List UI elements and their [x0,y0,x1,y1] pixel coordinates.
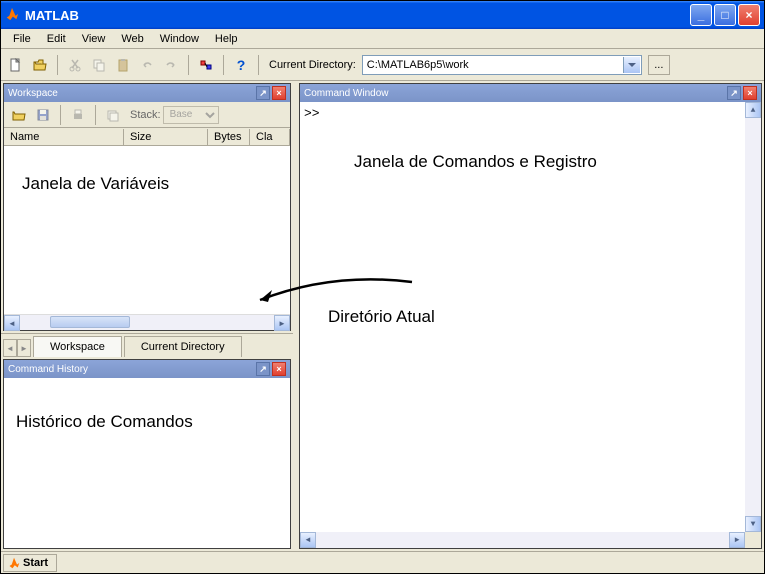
workspace-tabs: ◄ ► Workspace Current Directory [1,333,293,357]
start-button[interactable]: Start [3,554,57,572]
command-window-close-button[interactable]: × [743,86,757,100]
help-button[interactable]: ? [230,54,252,76]
ws-save-button[interactable] [32,104,54,126]
ws-print-button[interactable] [67,104,89,126]
col-bytes[interactable]: Bytes [208,129,250,145]
menu-file[interactable]: File [5,31,39,47]
menubar: File Edit View Web Window Help [1,29,764,49]
command-history-close-button[interactable]: × [272,362,286,376]
command-history-body[interactable]: Histórico de Comandos [4,378,290,548]
minimize-button[interactable]: _ [690,4,712,26]
workspace-annotation: Janela de Variáveis [22,174,169,194]
current-directory-label: Current Directory: [269,59,356,71]
browse-directory-button[interactable]: ... [648,55,670,75]
undo-button[interactable] [136,54,158,76]
workspace-undock-button[interactable]: ↗ [256,86,270,100]
cut-button[interactable] [64,54,86,76]
menu-view[interactable]: View [74,31,114,47]
command-window-vertical-scrollbar[interactable]: ▲ ▼ [745,102,761,532]
simulink-button[interactable] [195,54,217,76]
tab-current-directory[interactable]: Current Directory [124,336,242,357]
window-titlebar: MATLAB _ □ × [1,1,764,29]
command-window-title: Command Window [304,88,388,99]
current-directory-dropdown[interactable]: C:\MATLAB6p5\work [362,55,642,75]
command-window-undock-button[interactable]: ↗ [727,86,741,100]
col-class[interactable]: Cla [250,129,290,145]
scroll-corner [745,532,761,548]
stack-dropdown[interactable]: Base [163,106,219,124]
menu-help[interactable]: Help [207,31,246,47]
command-window-titlebar: Command Window ↗ × [300,84,761,102]
col-name[interactable]: Name [4,129,124,145]
tab-prev-button[interactable]: ◄ [3,339,17,357]
scroll-track[interactable] [20,315,274,330]
toolbar: ? Current Directory: C:\MATLAB6p5\work .… [1,49,764,81]
command-history-undock-button[interactable]: ↗ [256,362,270,376]
ws-open-button[interactable] [8,104,30,126]
current-directory-value: C:\MATLAB6p5\work [367,59,469,71]
workspace-title: Workspace [8,88,58,99]
new-file-button[interactable] [5,54,27,76]
workspace-horizontal-scrollbar[interactable]: ◄ ► [4,314,290,330]
open-file-button[interactable] [29,54,51,76]
workspace-titlebar: Workspace ↗ × [4,84,290,102]
command-window-horizontal-scrollbar[interactable]: ◄ ► [300,532,745,548]
command-history-titlebar: Command History ↗ × [4,360,290,378]
scroll-right-button[interactable]: ► [274,315,290,331]
col-size[interactable]: Size [124,129,208,145]
window-title: MATLAB [25,8,79,23]
workspace-close-button[interactable]: × [272,86,286,100]
cmd-scroll-right-button[interactable]: ► [729,532,745,548]
command-history-title: Command History [8,364,88,375]
copy-button[interactable] [88,54,110,76]
command-window-annotation: Janela de Comandos e Registro [354,152,597,172]
maximize-button[interactable]: □ [714,4,736,26]
workspace-body[interactable]: Janela de Variáveis [4,146,290,314]
command-window-panel: Command Window ↗ × >> Janela de Comandos… [299,83,762,549]
scroll-left-button[interactable]: ◄ [4,315,20,331]
start-label: Start [23,557,48,569]
command-history-panel: Command History ↗ × Histórico de Comando… [3,359,291,549]
command-window-body[interactable]: >> Janela de Comandos e Registro Diretór… [300,102,761,548]
redo-button[interactable] [160,54,182,76]
matlab-icon [5,7,21,23]
matlab-start-icon [8,557,20,569]
workspace-column-headers: Name Size Bytes Cla [4,128,290,146]
command-prompt: >> [304,106,320,121]
workspace-panel: Workspace ↗ × Stack: Base Name Size Byte… [3,83,291,331]
menu-window[interactable]: Window [152,31,207,47]
menu-edit[interactable]: Edit [39,31,74,47]
ws-delete-button[interactable] [102,104,124,126]
paste-button[interactable] [112,54,134,76]
scroll-up-button[interactable]: ▲ [745,102,761,118]
tab-workspace[interactable]: Workspace [33,336,122,357]
arrow-annotation: Diretório Atual [328,307,435,327]
command-history-annotation: Histórico de Comandos [16,412,193,432]
close-button[interactable]: × [738,4,760,26]
workspace-toolbar: Stack: Base [4,102,290,128]
statusbar: Start [1,551,764,573]
cmd-scroll-left-button[interactable]: ◄ [300,532,316,548]
stack-label: Stack: [130,109,161,121]
scroll-thumb[interactable] [50,316,130,328]
tab-next-button[interactable]: ► [17,339,31,357]
scroll-down-button[interactable]: ▼ [745,516,761,532]
menu-web[interactable]: Web [113,31,151,47]
